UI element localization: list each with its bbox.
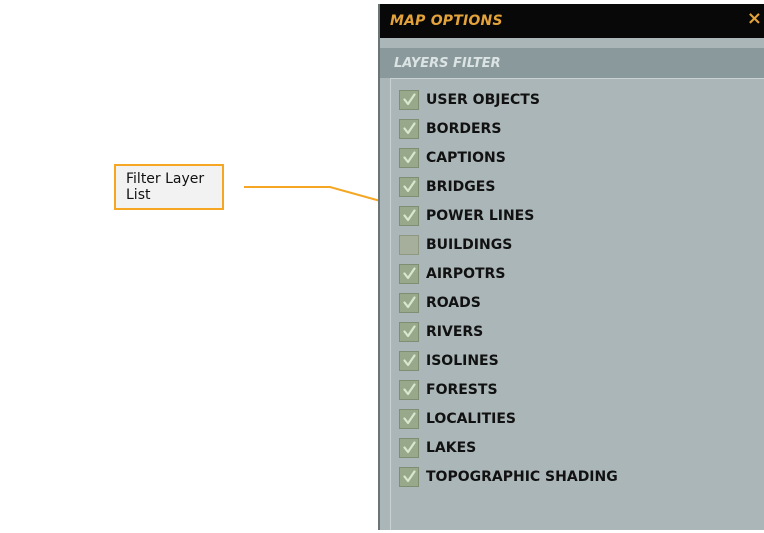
layer-item[interactable]: AIRPOTRS bbox=[399, 259, 618, 288]
layer-label: BUILDINGS bbox=[426, 236, 513, 253]
checkmark-icon bbox=[402, 325, 416, 338]
layer-label: BRIDGES bbox=[426, 178, 496, 195]
checkmark-icon bbox=[402, 209, 416, 222]
layer-checkbox[interactable] bbox=[399, 466, 419, 487]
layer-label: AIRPOTRS bbox=[426, 265, 506, 282]
checkmark-icon bbox=[402, 383, 416, 396]
layer-label: ISOLINES bbox=[426, 352, 499, 369]
layer-checkbox[interactable] bbox=[399, 292, 419, 313]
layer-item[interactable]: BORDERS bbox=[399, 114, 618, 143]
checkmark-icon bbox=[402, 122, 416, 135]
layer-item[interactable]: USER OBJECTS bbox=[399, 85, 618, 114]
layer-item[interactable]: POWER LINES bbox=[399, 201, 618, 230]
panel-title: MAP OPTIONS bbox=[390, 13, 503, 29]
layers-filter-header: LAYERS FILTER bbox=[380, 48, 764, 78]
layer-item[interactable]: RIVERS bbox=[399, 317, 618, 346]
layer-label: CAPTIONS bbox=[426, 149, 506, 166]
layer-item[interactable]: BUILDINGS bbox=[399, 230, 618, 259]
layer-checkbox[interactable] bbox=[399, 408, 419, 429]
checkmark-icon bbox=[402, 441, 416, 454]
layer-label: LAKES bbox=[426, 439, 477, 456]
layer-item[interactable]: ROADS bbox=[399, 288, 618, 317]
checkmark-icon bbox=[402, 470, 416, 483]
map-options-panel: MAP OPTIONS × LAYERS FILTER USER OBJECTS… bbox=[378, 4, 764, 530]
layer-label: RIVERS bbox=[426, 323, 484, 340]
layer-checkbox[interactable] bbox=[399, 263, 419, 284]
layer-checkbox[interactable] bbox=[399, 205, 419, 226]
layer-checkbox[interactable] bbox=[399, 234, 419, 255]
checkmark-icon bbox=[402, 267, 416, 280]
layer-item[interactable]: LOCALITIES bbox=[399, 404, 618, 433]
layer-list-area: USER OBJECTS BORDERS CAPTIONS BRIDGES POWER … bbox=[390, 78, 764, 530]
checkmark-icon bbox=[402, 354, 416, 367]
layer-label: LOCALITIES bbox=[426, 410, 516, 427]
layer-label: BORDERS bbox=[426, 120, 502, 137]
callout-box: Filter Layer List bbox=[114, 164, 224, 210]
close-icon[interactable]: × bbox=[747, 10, 762, 28]
layer-checkbox[interactable] bbox=[399, 118, 419, 139]
section-title: LAYERS FILTER bbox=[394, 55, 501, 71]
layer-label: TOPOGRAPHIC SHADING bbox=[426, 468, 618, 485]
layer-checkbox[interactable] bbox=[399, 379, 419, 400]
checkmark-icon bbox=[402, 93, 416, 106]
checkmark-icon bbox=[402, 180, 416, 193]
layer-checkbox[interactable] bbox=[399, 147, 419, 168]
layer-label: ROADS bbox=[426, 294, 481, 311]
checkmark-icon bbox=[402, 296, 416, 309]
layer-checkbox[interactable] bbox=[399, 176, 419, 197]
layer-list: USER OBJECTS BORDERS CAPTIONS BRIDGES POWER … bbox=[399, 85, 618, 491]
layer-checkbox[interactable] bbox=[399, 321, 419, 342]
layer-item[interactable]: TOPOGRAPHIC SHADING bbox=[399, 462, 618, 491]
layer-checkbox[interactable] bbox=[399, 350, 419, 371]
layer-label: USER OBJECTS bbox=[426, 91, 540, 108]
callout-text: Filter Layer List bbox=[126, 171, 205, 203]
checkmark-icon bbox=[402, 412, 416, 425]
layer-item[interactable]: FORESTS bbox=[399, 375, 618, 404]
layer-checkbox[interactable] bbox=[399, 437, 419, 458]
checkmark-icon bbox=[402, 151, 416, 164]
title-bar: MAP OPTIONS × bbox=[380, 4, 764, 38]
layer-item[interactable]: ISOLINES bbox=[399, 346, 618, 375]
layer-item[interactable]: CAPTIONS bbox=[399, 143, 618, 172]
layer-label: POWER LINES bbox=[426, 207, 535, 224]
layer-label: FORESTS bbox=[426, 381, 498, 398]
layer-item[interactable]: LAKES bbox=[399, 433, 618, 462]
layer-checkbox[interactable] bbox=[399, 89, 419, 110]
layer-item[interactable]: BRIDGES bbox=[399, 172, 618, 201]
